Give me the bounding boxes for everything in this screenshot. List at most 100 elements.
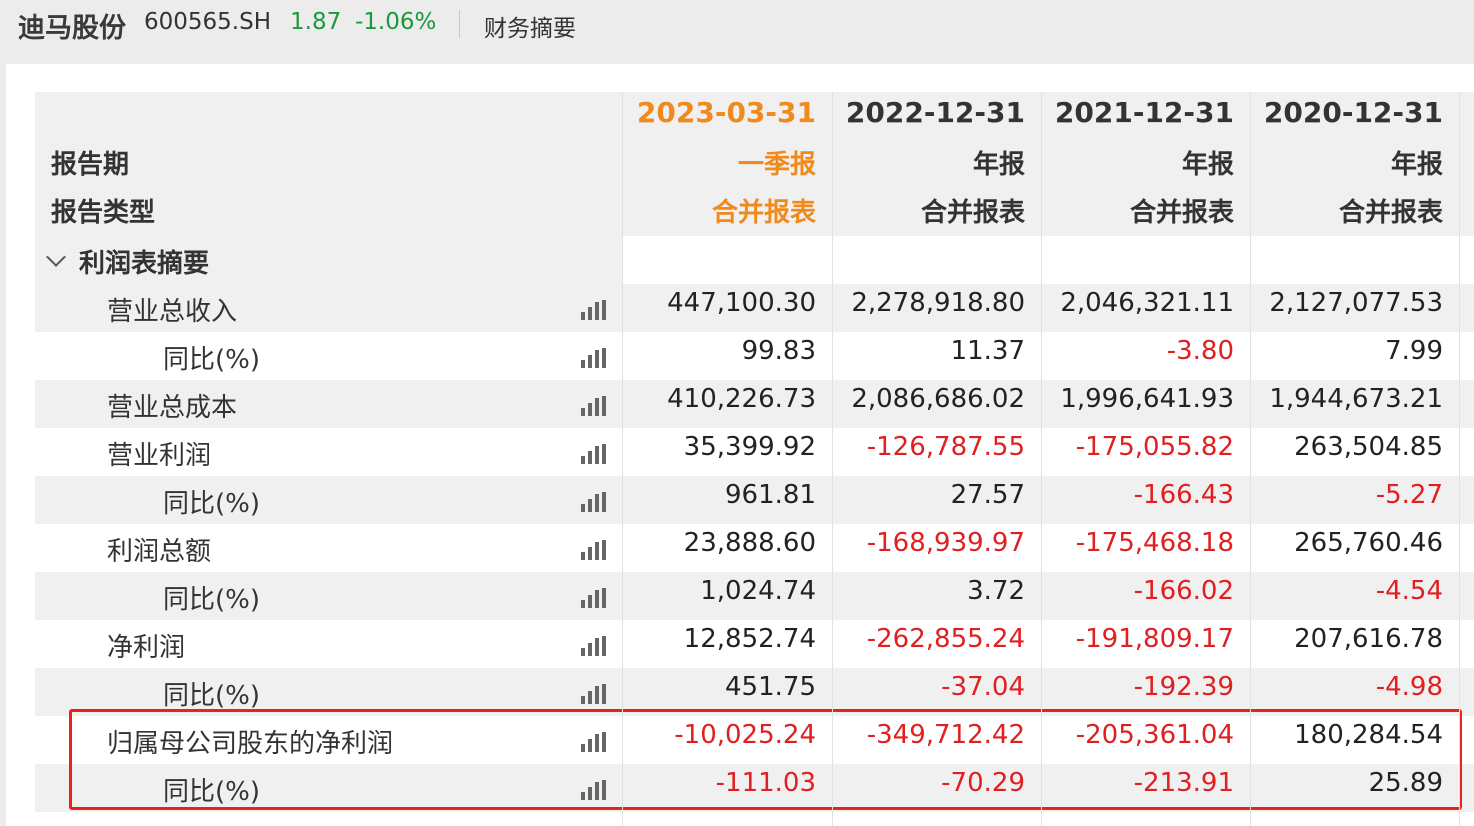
value-cell: 2,046,321.11 xyxy=(1060,288,1234,318)
value-cell: 7.99 xyxy=(1385,336,1443,366)
value-cell: -126,787.55 xyxy=(866,432,1025,462)
value-cell: -166.02 xyxy=(1133,576,1234,606)
column-period: 年报 xyxy=(1181,150,1234,180)
value-cell: 207,616.78 xyxy=(1294,624,1443,654)
value-cell: 11.37 xyxy=(950,336,1025,366)
column-type: 合并报表 xyxy=(920,198,1025,228)
row-label: 营业利润 xyxy=(107,441,212,471)
bar-chart-icon[interactable] xyxy=(581,396,607,416)
column-date: 2021-12-31 xyxy=(1054,96,1234,129)
bar-chart-icon[interactable] xyxy=(581,348,607,368)
column-divider xyxy=(1459,92,1460,826)
column-header-4: 2020-12-31 年报合并报表 xyxy=(1250,92,1459,236)
stock-price: 1.87 xyxy=(290,9,342,35)
value-cell: -168,939.97 xyxy=(866,528,1025,558)
label-report-period: 报告期 xyxy=(51,150,130,180)
bar-chart-icon[interactable] xyxy=(581,588,607,608)
row-label: 同比(%) xyxy=(163,345,260,375)
value-cell: 99.83 xyxy=(741,336,816,366)
column-date: 2022-12-31 xyxy=(845,96,1025,129)
column-header-1: 2023-03-31 一季报 合并报表 xyxy=(622,92,832,236)
bar-chart-icon[interactable] xyxy=(581,300,607,320)
column-date: 2023-03-31 xyxy=(636,96,816,129)
value-cell: 35,399.92 xyxy=(683,432,816,462)
value-cell: 447,100.30 xyxy=(667,288,816,318)
value-cell: 1,944,673.21 xyxy=(1269,384,1443,414)
value-cell: 2,278,918.80 xyxy=(851,288,1025,318)
value-cell: -175,468.18 xyxy=(1075,528,1234,558)
highlight-box xyxy=(69,709,1462,810)
value-cell: 3.72 xyxy=(967,576,1025,606)
value-cell: -3.80 xyxy=(1166,336,1234,366)
table-row[interactable]: 营业总成本 410,226.73 2,086,686.02 1,996,641.93 1… xyxy=(35,380,1474,428)
bar-chart-icon[interactable] xyxy=(581,540,607,560)
value-cell: 27.57 xyxy=(950,480,1025,510)
bar-chart-icon[interactable] xyxy=(581,444,607,464)
value-cell: 2,127,077.53 xyxy=(1269,288,1443,318)
value-cell: 2,086,686.02 xyxy=(851,384,1025,414)
table-row[interactable]: 同比(%) 1,024.74 3.72 -166.02 -4.54 xyxy=(35,572,1474,620)
column-header-3: 2021-12-31 年报合并报表 xyxy=(1041,92,1250,236)
bar-chart-icon[interactable] xyxy=(581,684,607,704)
value-cell: 12,852.74 xyxy=(683,624,816,654)
table-row[interactable]: 同比(%) 961.81 27.57 -166.43 -5.27 xyxy=(35,476,1474,524)
divider xyxy=(459,10,460,38)
value-cell: -4.54 xyxy=(1375,576,1443,606)
column-divider xyxy=(1041,92,1042,826)
column-divider xyxy=(832,92,833,826)
value-cell: 410,226.73 xyxy=(667,384,816,414)
value-cell: 961.81 xyxy=(725,480,816,510)
top-bar: 迪马股份 600565.SH 1.87 -1.06% 财务摘要 xyxy=(0,0,1474,64)
section-title: 利润表摘要 xyxy=(79,249,210,279)
column-date: 2020-12-31 xyxy=(1263,96,1443,129)
row-label-cell: 营业总收入 xyxy=(35,284,623,332)
column-period: 年报 xyxy=(1390,150,1443,180)
value-cell: 1,996,641.93 xyxy=(1060,384,1234,414)
value-cell: -262,855.24 xyxy=(866,624,1025,654)
column-divider xyxy=(1250,92,1251,826)
row-label: 利润总额 xyxy=(107,537,212,567)
value-cell: -4.98 xyxy=(1375,672,1443,702)
row-label-cell: 利润总额 xyxy=(35,524,623,572)
value-cell: -175,055.82 xyxy=(1075,432,1234,462)
row-label: 同比(%) xyxy=(163,681,260,711)
value-cell: -192.39 xyxy=(1133,672,1234,702)
column-type: 合并报表 xyxy=(1338,198,1443,228)
value-cell: 1,024.74 xyxy=(700,576,816,606)
row-label-cell: 同比(%) xyxy=(35,476,623,524)
row-label-cell: 净利润 xyxy=(35,620,623,668)
tab-financial-summary[interactable]: 财务摘要 xyxy=(484,9,576,43)
section-income-summary[interactable]: 利润表摘要 xyxy=(35,236,1474,284)
table-row[interactable]: 营业利润 35,399.92 -126,787.55 -175,055.82 263,5… xyxy=(35,428,1474,476)
value-cell: -37.04 xyxy=(941,672,1025,702)
value-cell: 23,888.60 xyxy=(683,528,816,558)
table-row[interactable]: 同比(%) 99.83 11.37 -3.80 7.99 xyxy=(35,332,1474,380)
bar-chart-icon[interactable] xyxy=(581,636,607,656)
stock-code: 600565.SH xyxy=(144,9,272,35)
value-cell: 451.75 xyxy=(725,672,816,702)
column-type: 合并报表 xyxy=(1129,198,1234,228)
table-row[interactable]: 净利润 12,852.74 -262,855.24 -191,809.17 207,61… xyxy=(35,620,1474,668)
column-divider xyxy=(622,92,623,826)
value-cell: 265,760.46 xyxy=(1294,528,1443,558)
stock-change: -1.06% xyxy=(355,9,437,35)
row-label-cell: 同比(%) xyxy=(35,572,623,620)
label-report-type: 报告类型 xyxy=(51,198,156,228)
row-label: 营业总成本 xyxy=(107,393,238,423)
stock-name: 迪马股份 xyxy=(18,13,126,44)
table-row[interactable]: 营业总收入 447,100.30 2,278,918.80 2,046,321.11 2… xyxy=(35,284,1474,332)
column-period: 一季报 xyxy=(737,150,816,180)
bar-chart-icon[interactable] xyxy=(581,492,607,512)
row-label-cell: 营业总成本 xyxy=(35,380,623,428)
financial-summary-table: 报告期 报告类型 2023-03-31 一季报合并报表 2022-12-31 年报合并… xyxy=(35,92,1474,812)
row-label: 同比(%) xyxy=(163,585,260,615)
column-period: 年报 xyxy=(972,150,1025,180)
row-label: 净利润 xyxy=(107,633,186,663)
row-label-cell: 营业利润 xyxy=(35,428,623,476)
row-label: 营业总收入 xyxy=(107,297,238,327)
value-cell: 263,504.85 xyxy=(1294,432,1443,462)
value-cell: -5.27 xyxy=(1375,480,1443,510)
table-row[interactable]: 利润总额 23,888.60 -168,939.97 -175,468.18 265,7… xyxy=(35,524,1474,572)
value-cell: -191,809.17 xyxy=(1075,624,1234,654)
column-header-2: 2022-12-31 年报合并报表 xyxy=(832,92,1041,236)
